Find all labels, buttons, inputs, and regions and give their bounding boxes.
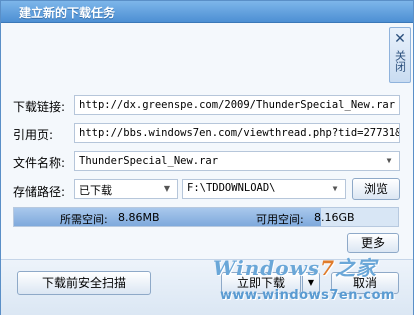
title-bar[interactable]: 建立新的下载任务: [1, 1, 413, 23]
chevron-down-icon[interactable]: ▼: [328, 183, 342, 195]
side-close-button[interactable]: ✕ 关闭: [389, 27, 411, 83]
security-scan-button[interactable]: 下载前安全扫描: [17, 271, 151, 295]
required-space-value: 8.86MB: [118, 211, 160, 224]
chevron-down-icon[interactable]: ▼: [382, 155, 396, 167]
save-path-label: 存储路径:: [13, 185, 66, 199]
referer-input[interactable]: http://bbs.windows7en.com/viewthread.php…: [74, 123, 400, 143]
download-link-label: 下载链接:: [13, 100, 66, 114]
browse-button[interactable]: 浏览: [352, 178, 400, 200]
disk-space-bar: 所需空间: 8.86MB 可用空间: 8.16GB: [13, 207, 399, 227]
close-label: 关闭: [393, 50, 407, 72]
window-title: 建立新的下载任务: [19, 6, 116, 20]
filename-label: 文件名称:: [13, 156, 66, 170]
referer-label: 引用页:: [13, 128, 54, 142]
save-path-select[interactable]: F:\TDDOWNLOAD\ ▼: [182, 179, 346, 199]
download-link-input[interactable]: http://dx.greenspe.com/2009/ThunderSpeci…: [74, 95, 400, 115]
watermark-logo: Windows7之家: [213, 256, 377, 280]
chevron-down-icon[interactable]: ▼: [160, 183, 174, 195]
filename-input[interactable]: ThunderSpecial_New.rar ▼: [74, 151, 400, 171]
filename-value: ThunderSpecial_New.rar: [79, 155, 219, 167]
watermark-url: www.windows7en.com: [220, 288, 396, 303]
path-preset-select[interactable]: 已下载 ▼: [74, 179, 178, 199]
close-icon: ✕: [394, 31, 406, 47]
available-space-value: 8.16GB: [314, 211, 355, 224]
new-download-task-dialog: 建立新的下载任务 ✕ 关闭 下载链接: http://dx.greenspe.c…: [0, 0, 414, 315]
path-preset-value: 已下载: [79, 184, 112, 197]
save-path-value: F:\TDDOWNLOAD\: [187, 182, 276, 194]
required-space-label: 所需空间:: [60, 213, 108, 226]
more-button[interactable]: 更多: [347, 233, 399, 253]
available-space-label: 可用空间:: [256, 213, 304, 226]
